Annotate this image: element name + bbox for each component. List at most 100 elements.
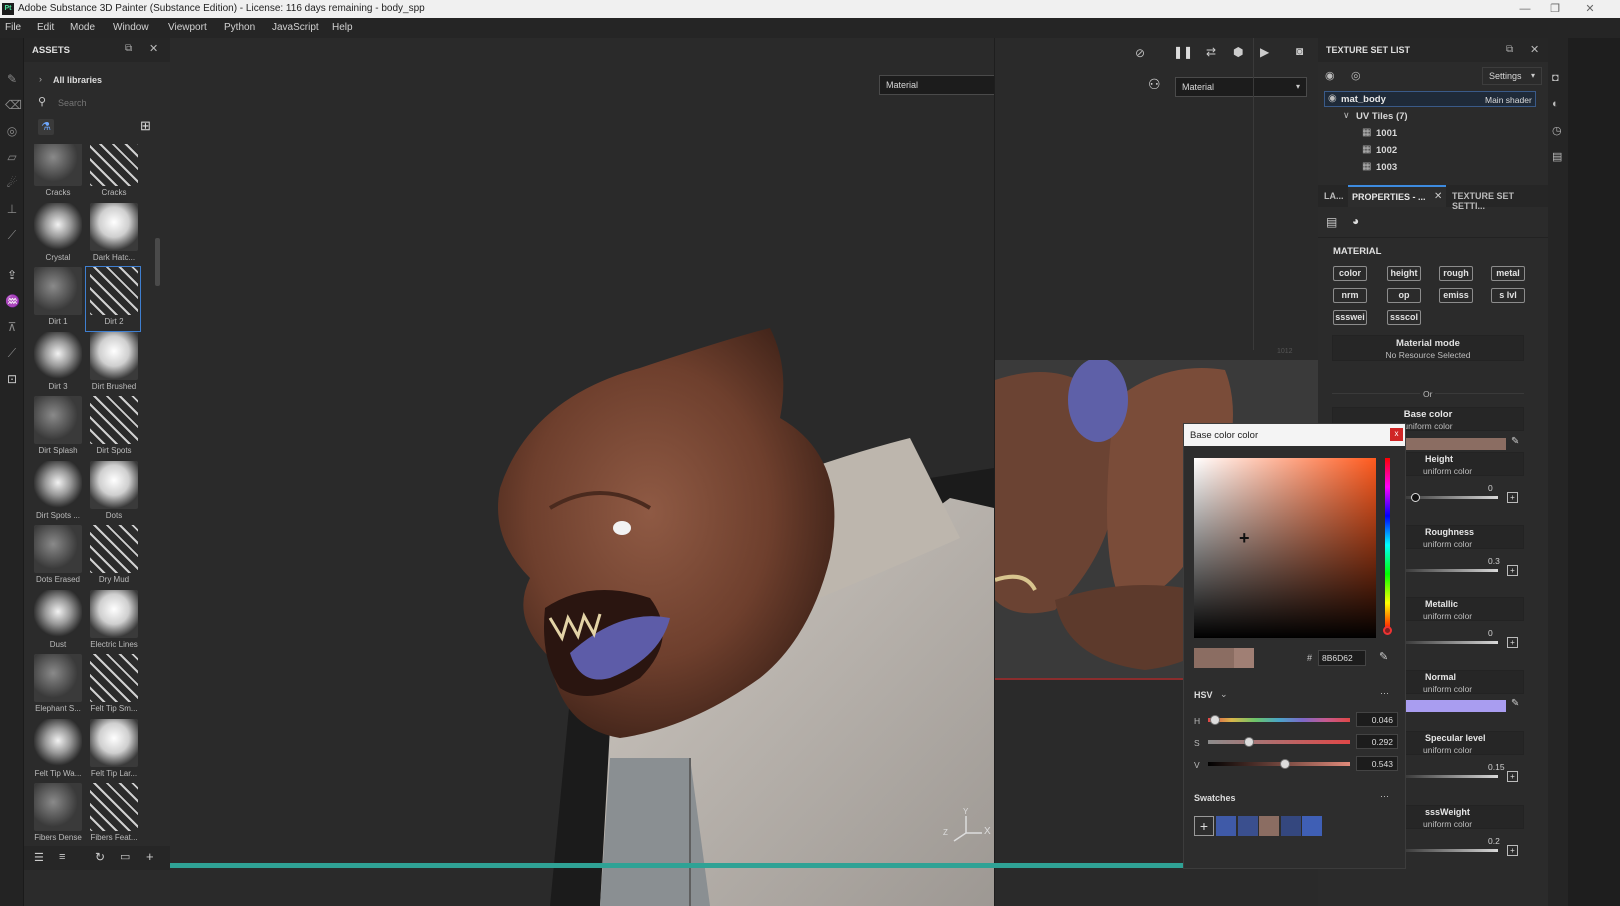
search-input[interactable] xyxy=(56,96,156,110)
asset-tile[interactable]: Dirt 2 xyxy=(85,266,141,332)
add-map-icon[interactable]: + xyxy=(1507,771,1518,782)
viewport-2d-mode-select[interactable]: Material ▾ xyxy=(1175,77,1307,97)
asset-tile[interactable]: Fibers Dense xyxy=(30,783,84,841)
shader-name[interactable]: Main shader xyxy=(1485,95,1532,105)
minimize-button[interactable]: — xyxy=(1510,0,1540,18)
asset-tile[interactable]: Felt Tip Sm... xyxy=(86,654,140,718)
eraser-icon[interactable]: ⌫ xyxy=(5,98,22,112)
channel-chip-height[interactable]: height xyxy=(1387,266,1421,281)
saturation-slider[interactable] xyxy=(1208,740,1350,744)
filter-icon[interactable]: ⚗ xyxy=(38,119,54,135)
properties-view-icon[interactable]: ▤ xyxy=(1326,215,1337,229)
channel-chip-rough[interactable]: rough xyxy=(1439,266,1473,281)
color-swatch[interactable] xyxy=(1280,816,1301,836)
previous-color-swatch[interactable] xyxy=(1234,648,1254,668)
hex-input[interactable] xyxy=(1318,650,1366,666)
texture-set-row[interactable]: ◉ mat_body Main shader xyxy=(1324,91,1536,107)
hue-slider[interactable] xyxy=(1208,718,1350,722)
close-panel-icon[interactable]: ✕ xyxy=(149,42,158,55)
menu-python[interactable]: Python xyxy=(224,22,255,33)
close-dialog-button[interactable]: x xyxy=(1390,428,1403,441)
material-mode-box[interactable]: Material mode No Resource Selected xyxy=(1332,335,1524,361)
asset-tile[interactable]: Dirt 3 xyxy=(30,331,84,396)
color-model-select[interactable]: HSV xyxy=(1194,690,1213,700)
color-swatch[interactable] xyxy=(1216,816,1236,836)
list-icon[interactable]: ☰ xyxy=(34,851,44,864)
folder-icon[interactable]: ▭ xyxy=(120,850,130,863)
asset-tile[interactable]: Dust xyxy=(30,589,84,654)
add-swatch-button[interactable]: + xyxy=(1194,816,1214,836)
split-view-icon[interactable]: ⇄ xyxy=(1206,45,1216,59)
asset-tile[interactable]: Dots xyxy=(86,460,140,525)
asset-tile[interactable]: Felt Tip Lar... xyxy=(86,718,140,783)
viewport[interactable]: X Y Z Material ▾ ⚇ Material ▾ 1012 ⊘ ❚❚ … xyxy=(170,38,1318,906)
eyedropper-icon[interactable]: ✎ xyxy=(1511,698,1519,709)
channel-slider[interactable] xyxy=(1406,775,1498,778)
saturation-value-input[interactable] xyxy=(1356,734,1398,749)
bake-icon[interactable]: ⇪ xyxy=(5,268,19,282)
tab-properties[interactable]: PROPERTIES - ... ✕ xyxy=(1348,185,1446,207)
polygon-fill-icon[interactable]: ▱ xyxy=(5,150,19,164)
menu-help[interactable]: Help xyxy=(332,22,353,33)
asset-tile[interactable]: Dirt Splash xyxy=(30,396,84,460)
uv-tiles-label[interactable]: UV Tiles (7) xyxy=(1356,111,1408,122)
eye-icon[interactable]: ◉ xyxy=(1328,93,1337,104)
menu-javascript[interactable]: JavaScript xyxy=(272,22,319,33)
3d-cube-icon[interactable]: ⬢ xyxy=(1233,45,1243,59)
smudge-icon[interactable]: ☄ xyxy=(5,176,19,190)
assets-scrollbar[interactable] xyxy=(155,238,160,286)
eyedropper-icon[interactable]: ✎ xyxy=(1379,650,1388,663)
asset-tile[interactable]: Dry Mud xyxy=(86,525,140,589)
asset-tile[interactable]: Electric Lines xyxy=(86,589,140,654)
asset-tile[interactable]: Cracks xyxy=(30,144,84,202)
display-settings-icon[interactable]: ◐ xyxy=(1552,98,1559,110)
library-selector[interactable]: All libraries xyxy=(53,75,102,85)
asset-tile[interactable]: Crystal xyxy=(30,202,84,267)
channel-chip-color[interactable]: color xyxy=(1333,266,1367,281)
asset-tile[interactable]: Dark Hatc... xyxy=(86,202,140,267)
chevron-down-icon[interactable]: ∨ xyxy=(1343,110,1350,121)
channel-chip-ssswei[interactable]: ssswei xyxy=(1333,310,1367,325)
hue-handle[interactable] xyxy=(1383,626,1392,635)
tab-layers[interactable]: LA... xyxy=(1324,191,1344,201)
asset-tile[interactable]: Dirt Spots xyxy=(86,396,140,460)
camera-video-icon[interactable]: ▶ xyxy=(1260,45,1269,59)
uv-tile-1001[interactable]: 1001 xyxy=(1376,128,1397,139)
eye-icon[interactable]: ◎ xyxy=(1351,69,1361,82)
asset-tile[interactable]: Dots Erased xyxy=(30,525,84,589)
text-icon[interactable]: ♒ xyxy=(5,294,20,308)
channel-chip-nrm[interactable]: nrm xyxy=(1333,288,1367,303)
export-icon[interactable]: ⊡ xyxy=(5,372,19,386)
pause-icon[interactable]: ❚❚ xyxy=(1173,45,1193,59)
screenshot-icon[interactable]: ◙ xyxy=(1296,44,1303,58)
log-icon[interactable]: ▤ xyxy=(1552,150,1562,163)
asset-tile[interactable]: Cracks xyxy=(86,144,140,202)
float-panel-icon[interactable]: ⧉ xyxy=(125,43,132,54)
asset-tile[interactable]: Elephant S... xyxy=(30,654,84,718)
add-map-icon[interactable]: + xyxy=(1507,565,1518,576)
maximize-button[interactable]: ❐ xyxy=(1540,0,1570,18)
uv-tile-1003[interactable]: 1003 xyxy=(1376,162,1397,173)
saturation-value-field[interactable] xyxy=(1194,458,1376,638)
channel-chip-ssscol[interactable]: ssscol xyxy=(1387,310,1421,325)
projection-icon[interactable]: ◎ xyxy=(5,124,19,138)
uv-tile-1002[interactable]: 1002 xyxy=(1376,145,1397,156)
value-slider[interactable] xyxy=(1208,762,1350,766)
close-panel-icon[interactable]: ✕ xyxy=(1530,43,1539,56)
color-swatch[interactable] xyxy=(1302,816,1322,836)
more-options-icon[interactable]: ··· xyxy=(1380,791,1389,801)
asset-tile[interactable]: Felt Tip Wa... xyxy=(30,718,84,783)
hide-ui-icon[interactable]: ⊘ xyxy=(1135,46,1145,60)
3d-view[interactable] xyxy=(170,38,994,906)
channel-slider[interactable] xyxy=(1406,641,1498,644)
asset-tile[interactable]: Dirt 1 xyxy=(30,267,84,331)
clone-stamp-icon[interactable]: ⊥ xyxy=(5,202,19,216)
channel-slider[interactable] xyxy=(1406,569,1498,572)
channel-chip-emiss[interactable]: emiss xyxy=(1439,288,1473,303)
base-color-swatch[interactable] xyxy=(1406,438,1506,450)
saturation-slider-handle[interactable] xyxy=(1244,737,1255,747)
settings-dropdown[interactable]: Settings ▾ xyxy=(1482,67,1542,85)
channel-chip-metal[interactable]: metal xyxy=(1491,266,1525,281)
color-swatch[interactable] xyxy=(1259,816,1279,836)
annotate-icon[interactable]: ⟋ xyxy=(5,346,19,360)
